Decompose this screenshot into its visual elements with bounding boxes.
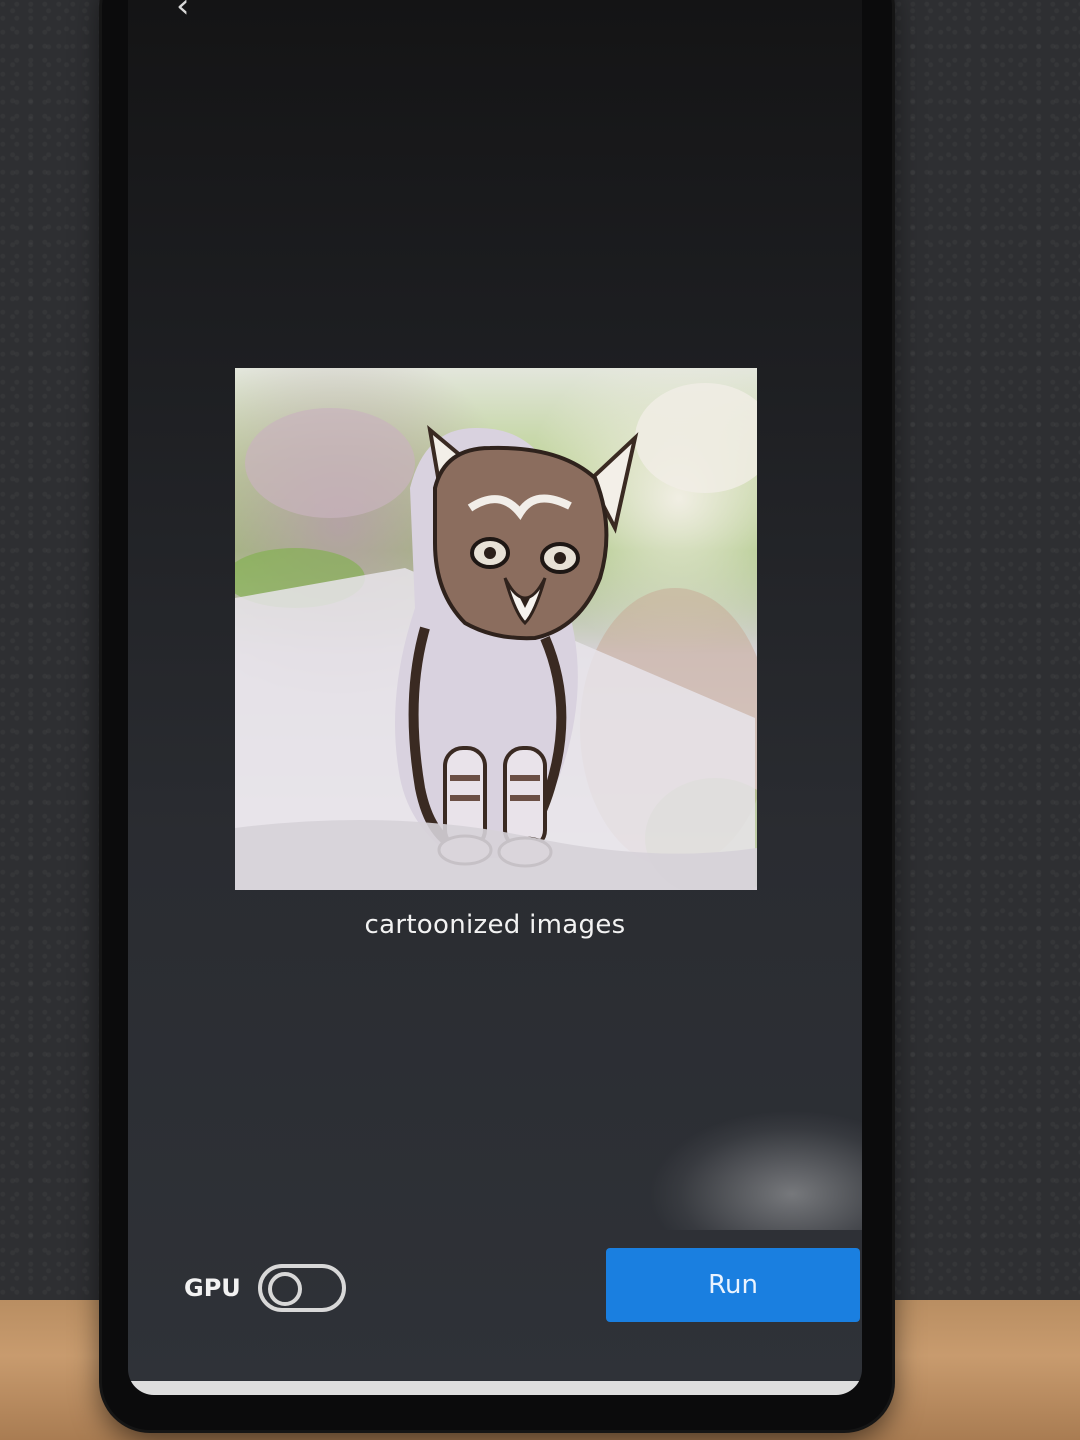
- result-caption: cartoonized images: [364, 910, 626, 940]
- gpu-toggle[interactable]: [258, 1264, 346, 1312]
- gpu-label: GPU: [184, 1274, 241, 1302]
- app-screen: ‹ cartoonized images GPU Run: [128, 0, 862, 1395]
- back-chevron-icon[interactable]: ‹: [176, 0, 200, 23]
- bottom-nav-bar: [128, 1381, 862, 1395]
- run-button[interactable]: Run: [606, 1248, 860, 1322]
- gpu-toggle-knob: [268, 1272, 302, 1306]
- screen-glare: [648, 1110, 862, 1230]
- cartoonized-result-image: [235, 368, 757, 890]
- kitten-illustration: [235, 368, 757, 890]
